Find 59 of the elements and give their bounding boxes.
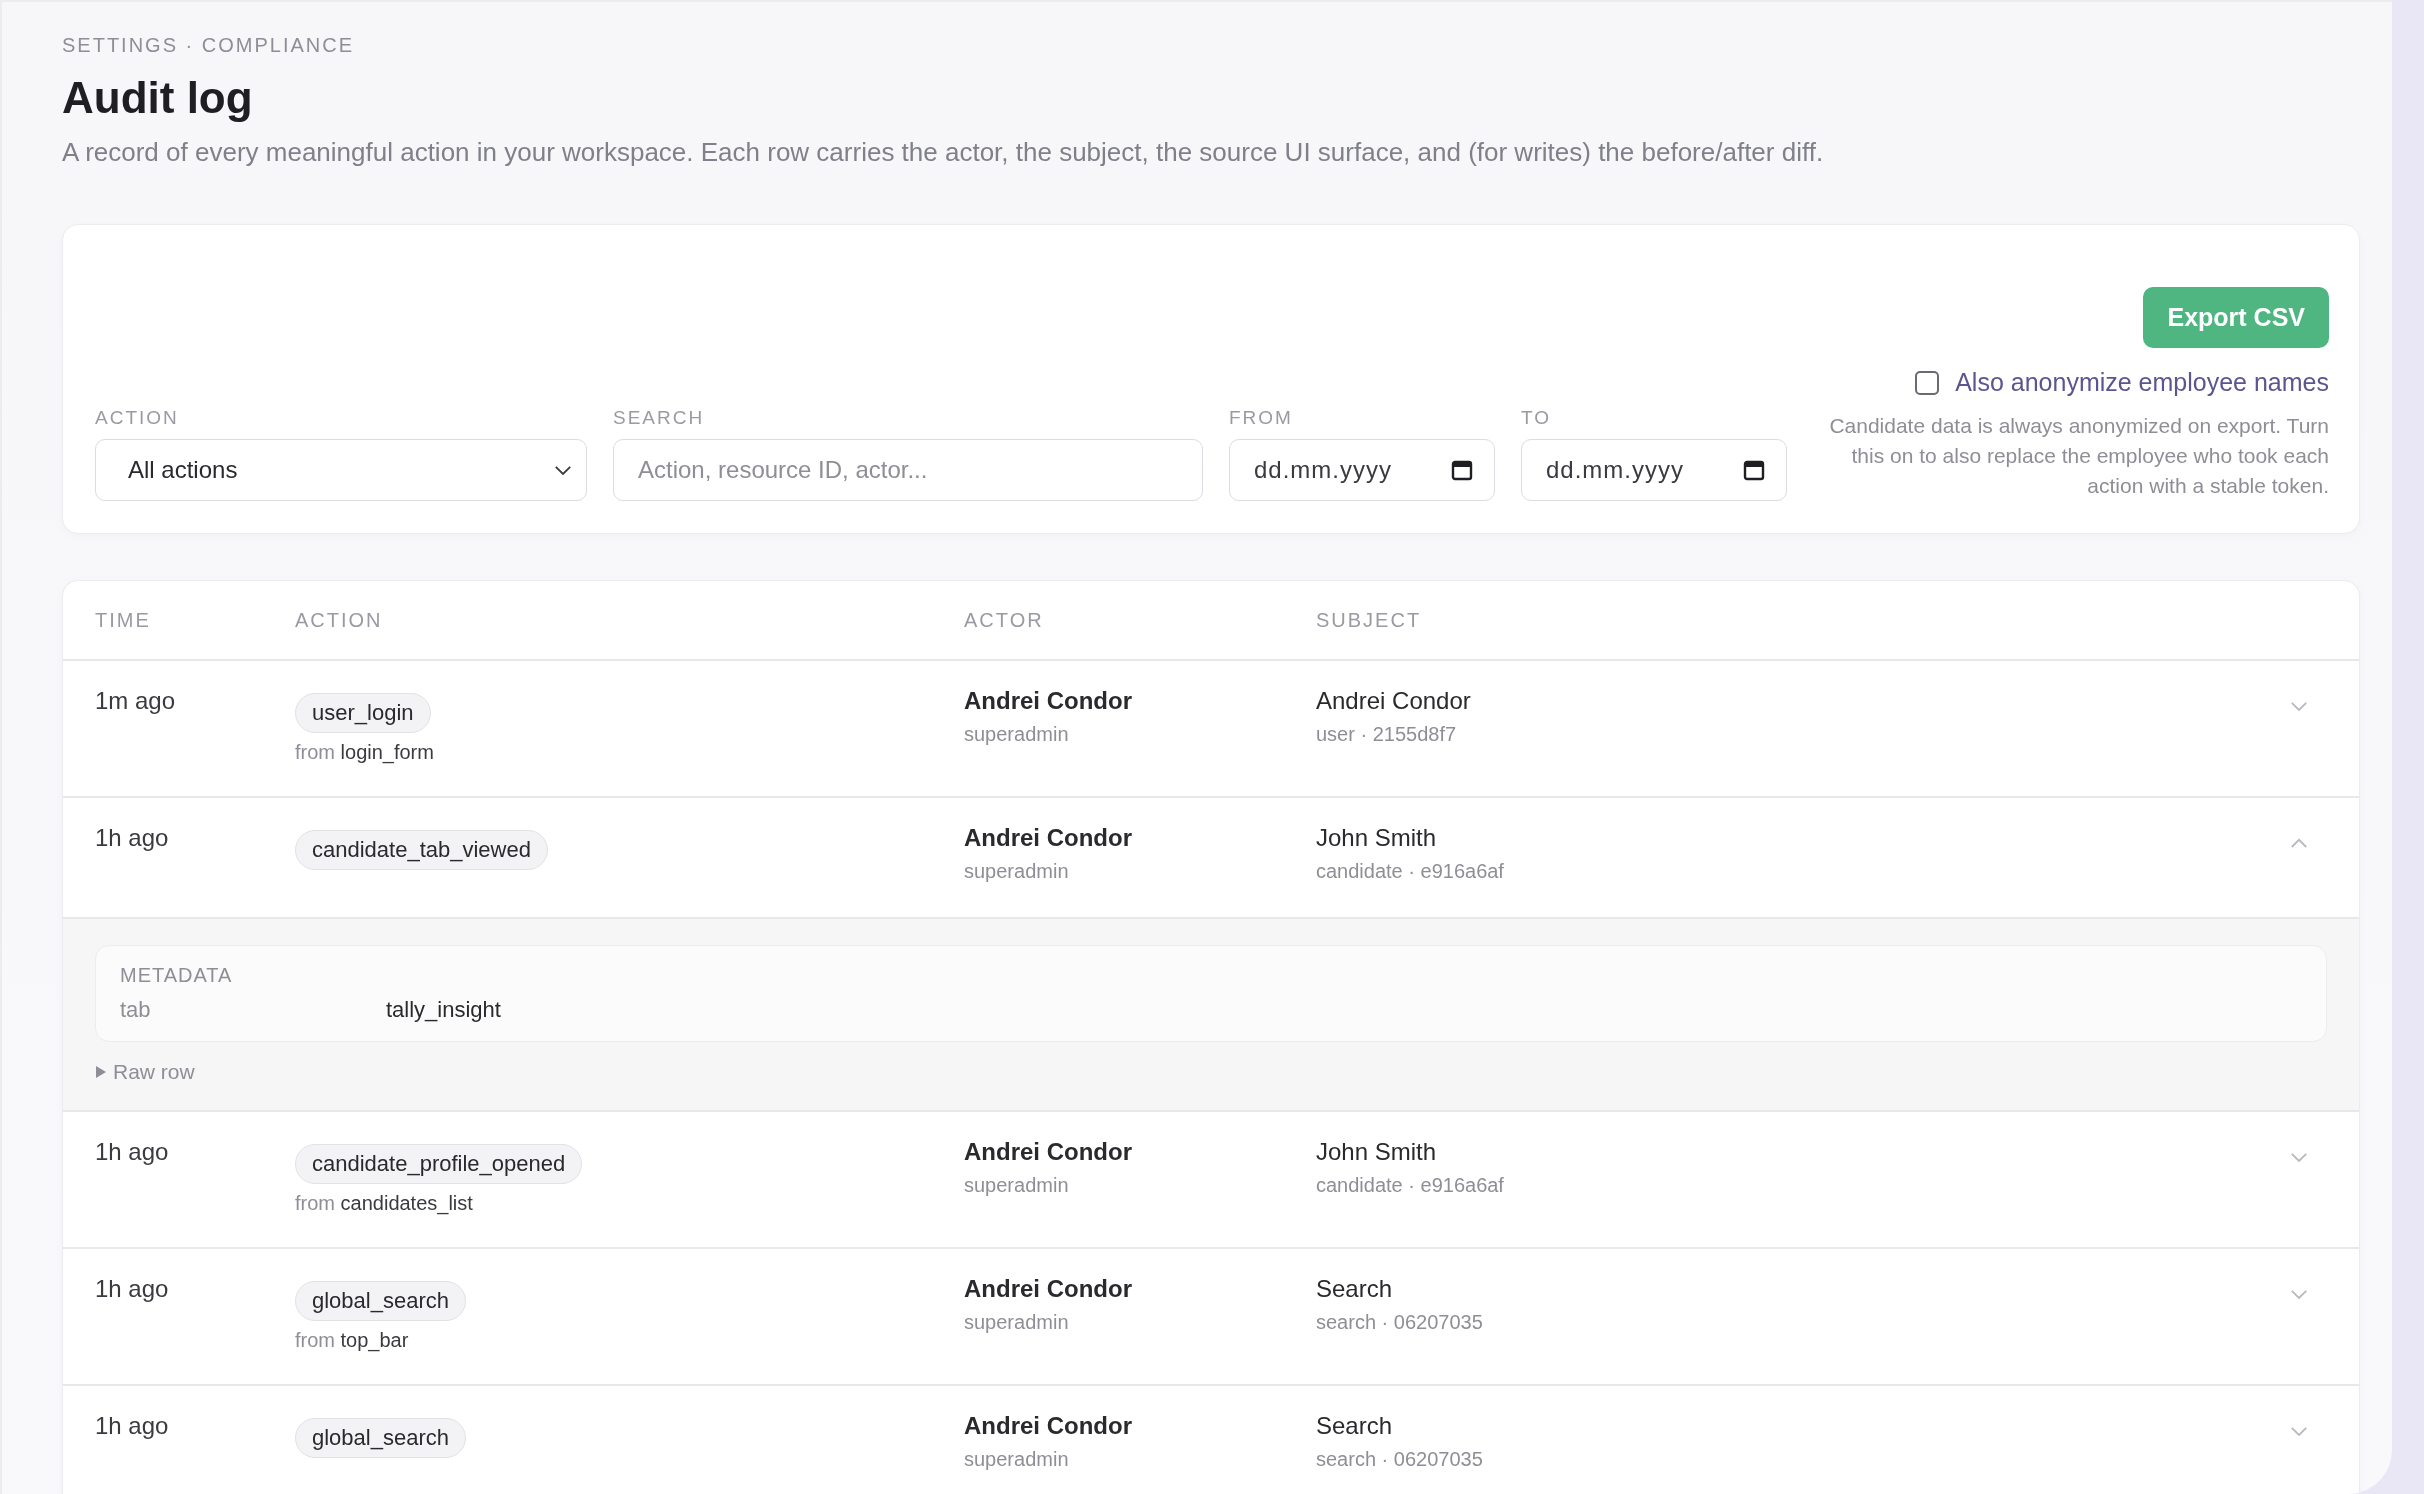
- actor-role: superadmin: [964, 1448, 1069, 1471]
- actor-role: superadmin: [964, 860, 1069, 883]
- filter-label: ACTION: [95, 407, 180, 429]
- time-cell-text: 1h ago: [95, 1275, 170, 1303]
- actor-role: superadmin: [964, 1174, 1069, 1197]
- page-description: A record of every meaningful action in your workspace. Each row carries the actor, the subject, the source UI surface, and (for writes) the before/after diff.: [62, 137, 1825, 168]
- actor-role: superadmin: [964, 1311, 1069, 1334]
- column-header: TIME: [95, 608, 152, 632]
- search-field[interactable]: Action, resource ID, actor...: [613, 439, 1203, 501]
- subject-meta: search · 06207035: [1316, 1448, 1483, 1471]
- chevron-down-icon[interactable]: [554, 464, 572, 476]
- subject-name: Andrei Condor: [1316, 687, 1471, 715]
- time-cell-text: 1h ago: [95, 1412, 170, 1440]
- action-tag: global_search: [295, 1281, 466, 1321]
- actor-role: superadmin: [964, 723, 1069, 746]
- action-tag: user_login: [295, 693, 431, 733]
- date-field[interactable]: dd.mm.yyyy: [1521, 439, 1787, 501]
- chevron-up-icon[interactable]: [2290, 838, 2308, 849]
- metadata-value: tally_insight: [386, 997, 502, 1023]
- action-tag: global_search: [295, 1418, 466, 1458]
- calendar-icon[interactable]: [1451, 459, 1473, 481]
- filter-label: FROM: [1229, 407, 1294, 429]
- page-title: Audit log: [62, 73, 254, 123]
- subject-meta: candidate · e916a6af: [1316, 860, 1504, 883]
- subject-name: Search: [1316, 1275, 1393, 1303]
- subject-name: Search: [1316, 1412, 1393, 1440]
- column-header: ACTOR: [964, 608, 1045, 632]
- filter-label: TO: [1521, 407, 1553, 429]
- export-note: Candidate data is always anonymized on export. Turn this on to also replace the employee who took each action with a stable token.: [1829, 413, 2329, 499]
- breadcrumb: SETTINGS · COMPLIANCE: [62, 34, 356, 57]
- source-text: from top_bar: [295, 1329, 409, 1352]
- time-cell-text: 1h ago: [95, 824, 170, 852]
- action-select[interactable]: All actions: [95, 439, 587, 501]
- filter-label: SEARCH: [613, 407, 706, 429]
- time-cell-text: 1h ago: [95, 1138, 170, 1166]
- subject-meta: user · 2155d8f7: [1316, 723, 1457, 746]
- source-text: from login_form: [295, 741, 434, 764]
- subject-name: John Smith: [1316, 824, 1437, 852]
- checkbox-label[interactable]: Also anonymize employee names: [1955, 368, 2329, 397]
- subject-name: John Smith: [1316, 1138, 1437, 1166]
- subject-meta: search · 06207035: [1316, 1311, 1483, 1334]
- actor-name: Andrei Condor: [964, 824, 1132, 852]
- action-tag: candidate_tab_viewed: [295, 830, 548, 870]
- metadata-key: tab: [120, 997, 386, 1023]
- column-header: ACTION: [295, 608, 384, 632]
- triangle-right-icon: [95, 1065, 107, 1079]
- date-field[interactable]: dd.mm.yyyy: [1229, 439, 1495, 501]
- actor-name: Andrei Condor: [964, 1412, 1132, 1440]
- actor-name: Andrei Condor: [964, 1275, 1132, 1303]
- source-text: from candidates_list: [295, 1192, 473, 1215]
- column-header: SUBJECT: [1316, 608, 1423, 632]
- time-cell-text: 1m ago: [95, 687, 177, 715]
- subject-meta: candidate · e916a6af: [1316, 1174, 1504, 1197]
- metadata-title: METADATA: [120, 964, 234, 987]
- actor-name: Andrei Condor: [964, 687, 1132, 715]
- checkbox[interactable]: [1915, 370, 1940, 395]
- actor-name: Andrei Condor: [964, 1138, 1132, 1166]
- calendar-icon[interactable]: [1743, 459, 1765, 481]
- action-tag: candidate_profile_opened: [295, 1144, 583, 1184]
